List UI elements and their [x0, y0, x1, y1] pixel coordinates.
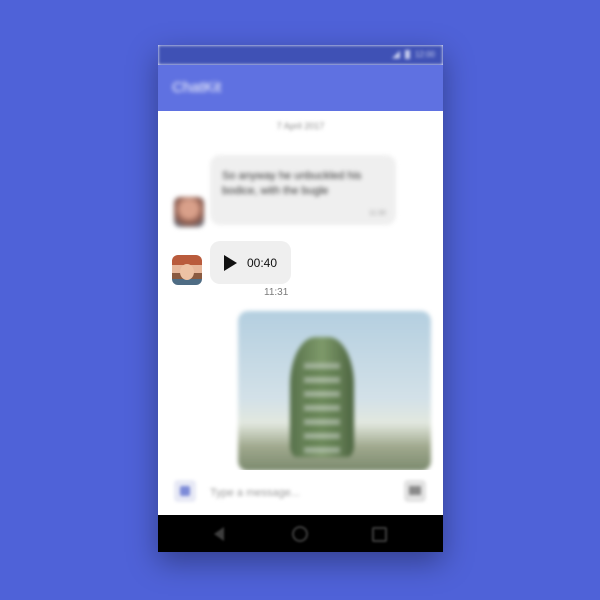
- battery-icon: [404, 50, 410, 59]
- message-input-bar: [158, 470, 443, 514]
- status-bar: 12:00: [158, 45, 443, 65]
- message-time: 11:31: [264, 287, 289, 298]
- chat-list[interactable]: 7 April 2017 So anyway he unbuckled his …: [158, 111, 443, 512]
- phone-screen: 12:00 ChatKit 7 April 2017 So anyway he …: [158, 45, 443, 552]
- voice-message-bubble[interactable]: 00:40: [210, 241, 291, 284]
- status-icons: 12:00: [391, 50, 435, 59]
- signal-icon: [391, 50, 400, 59]
- emoji-icon: [180, 486, 190, 496]
- emoji-button[interactable]: [174, 480, 196, 502]
- status-time: 12:00: [414, 50, 435, 59]
- send-icon: [409, 486, 421, 495]
- navigation-bar: [158, 515, 443, 552]
- recent-apps-icon[interactable]: [372, 527, 387, 542]
- home-icon[interactable]: [292, 526, 308, 542]
- date-separator: 7 April 2017: [276, 121, 325, 131]
- text-message-bubble[interactable]: So anyway he unbuckled his bodice, with …: [210, 155, 396, 225]
- message-text: So anyway he unbuckled his bodice, with …: [222, 170, 362, 197]
- avatar[interactable]: [172, 255, 202, 285]
- message-time: 11:30: [369, 210, 386, 217]
- play-icon[interactable]: [224, 255, 237, 271]
- avatar[interactable]: [174, 197, 204, 227]
- app-bar: ChatKit: [158, 65, 443, 111]
- tower-image-detail: [304, 363, 340, 453]
- app-title: ChatKit: [172, 79, 222, 96]
- avatar-face: [180, 264, 194, 280]
- image-message[interactable]: [238, 311, 431, 471]
- back-icon[interactable]: [214, 527, 224, 541]
- message-input[interactable]: [208, 482, 402, 504]
- send-button[interactable]: [404, 480, 426, 502]
- voice-duration: 00:40: [247, 256, 278, 270]
